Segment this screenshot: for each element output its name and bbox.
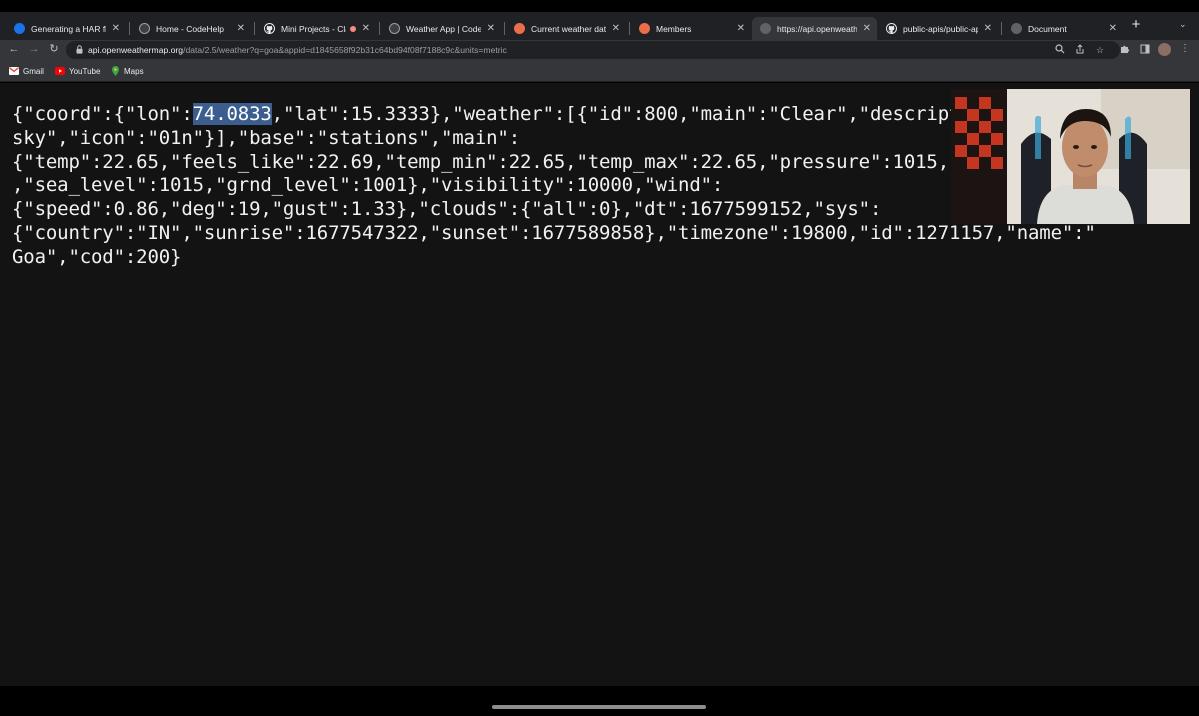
tab-title: Current weather data - xyxy=(531,23,606,34)
url-text[interactable]: api.openweathermap.org/data/2.5/weather?… xyxy=(88,44,507,56)
tab-search-chevron-icon[interactable]: ⌄ xyxy=(1179,19,1187,30)
close-icon[interactable]: ✕ xyxy=(1109,23,1117,34)
tab-mini-projects[interactable]: Mini Projects - Clas ✕ xyxy=(256,17,376,40)
json-line: {"country":"IN","sunrise":1677547322,"su… xyxy=(12,221,1096,244)
tab-separator xyxy=(379,22,380,35)
globe-icon xyxy=(760,23,771,34)
tab-title: Document xyxy=(1028,23,1067,34)
bookmarks-bar: Gmail YouTube Maps xyxy=(0,60,1199,82)
close-icon[interactable]: ✕ xyxy=(112,23,120,34)
webcam-overlay xyxy=(951,89,1190,224)
json-line: Goa","cod":200} xyxy=(12,245,182,268)
close-icon[interactable]: ✕ xyxy=(237,23,245,34)
bookmark-maps[interactable]: Maps xyxy=(110,64,144,78)
tab-title: Mini Projects - Clas xyxy=(281,23,346,34)
recording-indicator-icon xyxy=(349,25,356,32)
bookmark-star-icon[interactable]: ☆ xyxy=(1094,44,1106,56)
bookmark-label: Gmail xyxy=(23,66,44,76)
tab-title: Members xyxy=(656,23,692,34)
reload-button[interactable]: ↻ xyxy=(47,42,61,57)
url-path: /data/2.5/weather?q=goa&appid=d1845658f9… xyxy=(183,45,507,55)
bookmark-youtube[interactable]: YouTube xyxy=(55,64,100,78)
back-button[interactable]: ← xyxy=(7,42,21,57)
globe-icon xyxy=(1011,23,1022,34)
tab-separator xyxy=(504,22,505,35)
youtube-icon xyxy=(55,67,65,75)
tab-codehelp-home[interactable]: Home - CodeHelp ✕ xyxy=(131,17,251,40)
json-text: {"coord":{"lon": xyxy=(12,103,193,125)
codehelp-icon xyxy=(389,23,400,34)
extensions-puzzle-icon[interactable] xyxy=(1119,44,1131,56)
selected-text: 74.0833 xyxy=(192,103,272,125)
gmail-icon xyxy=(9,67,19,75)
globe-icon xyxy=(14,23,25,34)
toolbar: ← → ↻ api.openweathermap.org/data/2.5/we… xyxy=(0,40,1199,60)
bookmark-label: YouTube xyxy=(69,66,101,76)
tab-public-apis[interactable]: public-apis/public-apis ✕ xyxy=(878,17,998,40)
side-panel-icon[interactable] xyxy=(1139,44,1151,56)
tab-separator xyxy=(254,22,255,35)
url-host: api.openweathermap.org xyxy=(88,45,184,55)
tab-members[interactable]: Members ✕ xyxy=(631,17,751,40)
close-icon[interactable]: ✕ xyxy=(487,23,495,34)
openweather-icon xyxy=(639,23,650,34)
share-icon[interactable] xyxy=(1074,44,1086,56)
tab-separator xyxy=(1001,22,1002,35)
tab-title: Weather App | CodeHel xyxy=(406,23,481,34)
tab-title: public-apis/public-apis xyxy=(903,23,978,34)
menu-dots-icon[interactable]: ⋮ xyxy=(1180,43,1190,55)
tab-openweather-api[interactable]: https://api.openweathe ✕ xyxy=(752,17,877,40)
bottom-bar xyxy=(0,686,1199,716)
new-tab-button[interactable]: + xyxy=(1129,17,1143,33)
tab-separator xyxy=(629,22,630,35)
bookmark-gmail[interactable]: Gmail xyxy=(9,64,44,78)
tab-document[interactable]: Document ✕ xyxy=(1003,17,1123,40)
tab-title: https://api.openweathe xyxy=(777,23,857,34)
home-indicator[interactable] xyxy=(492,705,706,709)
screen: Generating a HAR file fo ✕ Home - CodeHe… xyxy=(0,0,1199,716)
zoom-icon[interactable] xyxy=(1054,44,1066,56)
openweather-icon xyxy=(514,23,525,34)
bookmark-label: Maps xyxy=(124,66,144,76)
tab-title: Generating a HAR file fo xyxy=(31,23,106,34)
tab-weather-app[interactable]: Weather App | CodeHel ✕ xyxy=(381,17,501,40)
presenter-video xyxy=(951,89,1190,224)
profile-avatar[interactable] xyxy=(1158,43,1171,56)
tab-har-file[interactable]: Generating a HAR file fo ✕ xyxy=(6,17,126,40)
close-icon[interactable]: ✕ xyxy=(737,23,745,34)
tab-separator xyxy=(129,22,130,35)
close-icon[interactable]: ✕ xyxy=(863,23,871,34)
tab-title: Home - CodeHelp xyxy=(156,23,225,34)
close-icon[interactable]: ✕ xyxy=(984,23,992,34)
close-icon[interactable]: ✕ xyxy=(612,23,620,34)
close-icon[interactable]: ✕ xyxy=(362,23,370,34)
lock-icon[interactable] xyxy=(76,45,83,54)
maps-icon xyxy=(110,66,120,76)
tab-current-weather[interactable]: Current weather data - ✕ xyxy=(506,17,626,40)
codehelp-icon xyxy=(139,23,150,34)
github-icon xyxy=(886,23,897,34)
address-bar[interactable]: api.openweathermap.org/data/2.5/weather?… xyxy=(66,41,1120,59)
github-icon xyxy=(264,23,275,34)
tab-strip: Generating a HAR file fo ✕ Home - CodeHe… xyxy=(0,12,1199,40)
forward-button[interactable]: → xyxy=(27,42,41,57)
